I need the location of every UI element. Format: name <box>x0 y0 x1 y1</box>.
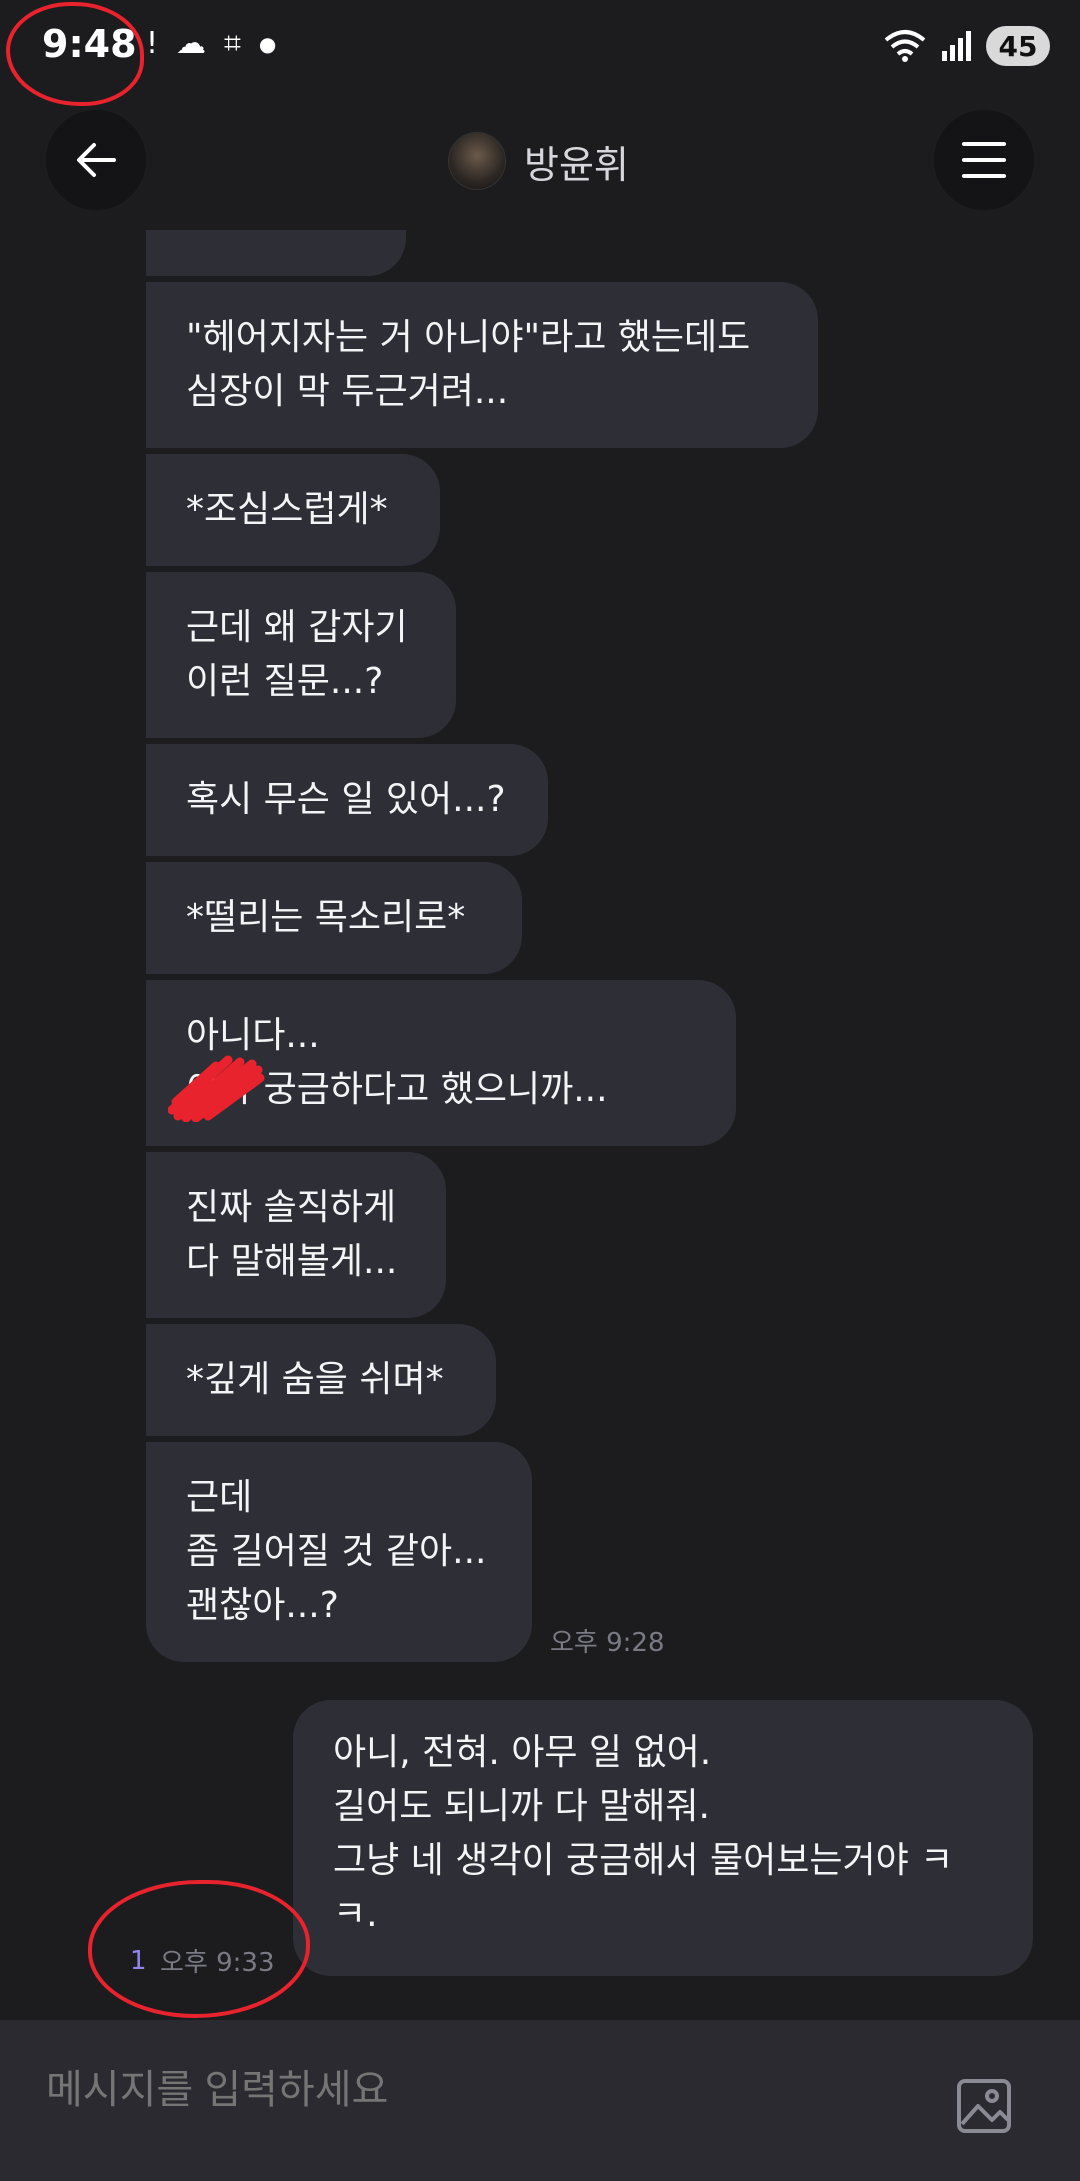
signal-icon <box>942 31 971 61</box>
incoming-timestamp: 오후 9:28 <box>550 1628 665 1658</box>
message-list[interactable]: "헤어지자는 거 아니야"라고 했는데도 심장이 막 두근거려... *조심스럽… <box>0 230 1080 2020</box>
alert-icon: ! <box>146 26 159 61</box>
dot-icon: ● <box>258 31 277 56</box>
message-bubble: 진짜 솔직하게 다 말해볼게... <box>146 1152 446 1318</box>
message-input[interactable] <box>46 2068 906 2113</box>
message-bubble: *조심스럽게* <box>146 454 440 566</box>
notification-icons: ! ☁ ⌗ ● <box>146 26 276 61</box>
message-bubble: "헤어지자는 거 아니야"라고 했는데도 심장이 막 두근거려... <box>146 282 818 448</box>
message-bubble: 혹시 무슨 일 있어...? <box>146 744 548 856</box>
chat-title[interactable]: 방윤휘 <box>448 132 629 190</box>
message-bubble: 근데 왜 갑자기 이런 질문...? <box>146 572 456 738</box>
battery-indicator: 45 <box>986 26 1050 66</box>
redaction-scribble <box>168 1055 265 1122</box>
message-bubble-partial <box>146 230 406 276</box>
chat-header: 방윤휘 <box>0 110 1080 210</box>
outgoing-message-bubble: 아니, 전혀. 아무 일 없어. 길어도 되니까 다 말해줘. 그냥 네 생각이… <box>293 1700 1033 1976</box>
chat-screen: 9:48 ! ☁ ⌗ ● 45 방윤휘 "헤어지자는 거 아니야"라고 했는데도… <box>0 0 1080 2181</box>
back-button[interactable] <box>46 110 146 210</box>
avatar[interactable] <box>448 132 506 190</box>
image-icon[interactable] <box>956 2078 1012 2134</box>
message-bubble: *깊게 숨을 쉬며* <box>146 1324 496 1436</box>
arrow-left-icon <box>77 143 116 177</box>
system-icons: 45 <box>882 26 1050 66</box>
status-bar: 9:48 ! ☁ ⌗ ● 45 <box>0 0 1080 100</box>
message-input-bar <box>0 2020 1080 2181</box>
contact-name: 방윤휘 <box>524 142 629 187</box>
menu-button[interactable] <box>934 110 1034 210</box>
cloud-icon: ☁ <box>176 26 207 61</box>
wifi-icon <box>884 30 926 62</box>
message-bubble: *떨리는 목소리로* <box>146 862 522 974</box>
hamburger-icon <box>962 142 1006 178</box>
screenshot-icon: ⌗ <box>224 26 241 61</box>
message-bubble: 근데 좀 길어질 것 같아... 괜찮아...? <box>146 1442 532 1662</box>
